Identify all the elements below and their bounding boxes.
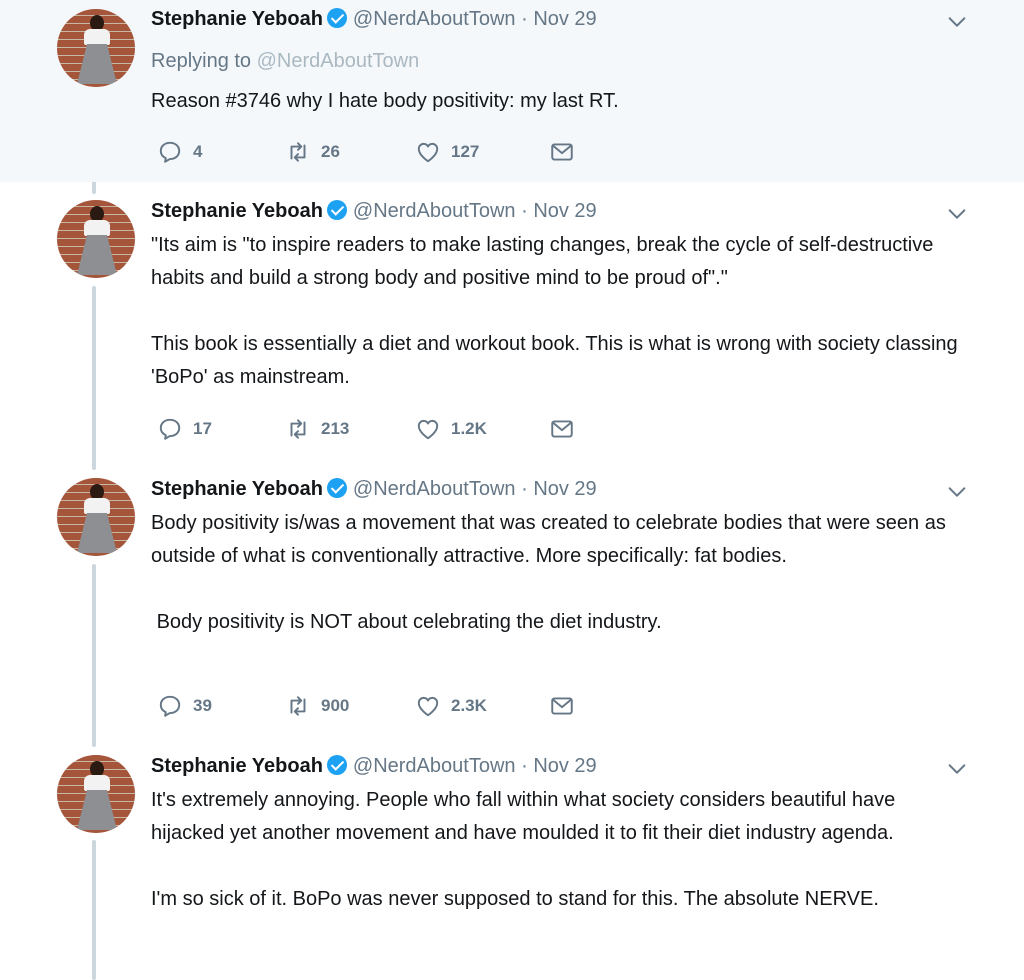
retweet-icon bbox=[290, 142, 306, 162]
avatar[interactable] bbox=[57, 9, 135, 87]
reply-button[interactable]: 4 bbox=[157, 139, 202, 165]
separator: · bbox=[521, 478, 528, 500]
like-button[interactable]: 2.3K bbox=[415, 693, 487, 719]
tweet-paragraph: Reason #3746 why I hate body positivity:… bbox=[151, 90, 619, 112]
user-handle[interactable]: @NerdAboutTown bbox=[353, 8, 516, 30]
tweet[interactable]: Stephanie Yeboah @NerdAboutTown · Nov 29 … bbox=[0, 738, 1024, 980]
reply-button[interactable]: 17 bbox=[157, 416, 212, 442]
heart-icon bbox=[417, 696, 439, 717]
direct-message-button[interactable] bbox=[549, 139, 585, 165]
like-button[interactable]: 1.2K bbox=[415, 416, 487, 442]
tweet-header: Stephanie Yeboah @NerdAboutTown · Nov 29 bbox=[151, 755, 597, 778]
user-handle[interactable]: @NerdAboutTown bbox=[353, 200, 516, 222]
direct-message-button[interactable] bbox=[549, 416, 585, 442]
reply-count: 4 bbox=[193, 142, 203, 161]
mention-link[interactable]: @NerdAboutTown bbox=[257, 50, 420, 72]
heart-icon bbox=[417, 419, 439, 440]
display-name[interactable]: Stephanie Yeboah bbox=[151, 478, 323, 500]
heart-icon bbox=[417, 142, 439, 163]
reply-icon bbox=[159, 418, 181, 440]
tweet-date[interactable]: Nov 29 bbox=[533, 200, 596, 222]
tweet-text: Body positivity is/was a movement that w… bbox=[151, 507, 971, 639]
retweet-count: 900 bbox=[321, 696, 350, 715]
verified-badge-icon bbox=[326, 200, 347, 220]
tweet-date[interactable]: Nov 29 bbox=[533, 755, 596, 777]
envelope-icon bbox=[551, 697, 573, 715]
like-button[interactable]: 127 bbox=[415, 139, 479, 165]
replying-label: Replying to bbox=[151, 50, 252, 72]
avatar[interactable] bbox=[57, 755, 135, 833]
tweet-paragraph: This book is essentially a diet and work… bbox=[151, 333, 964, 388]
avatar[interactable] bbox=[57, 478, 135, 556]
separator: · bbox=[521, 8, 528, 30]
tweet[interactable]: Stephanie Yeboah @NerdAboutTown · Nov 29 … bbox=[0, 460, 1024, 738]
avatar[interactable] bbox=[57, 200, 135, 278]
display-name[interactable]: Stephanie Yeboah bbox=[151, 200, 323, 222]
retweet-button[interactable]: 900 bbox=[285, 693, 349, 719]
tweet-paragraph: It's extremely annoying. People who fall… bbox=[151, 789, 901, 844]
verified-badge-icon bbox=[326, 478, 347, 498]
verified-badge-icon bbox=[326, 8, 347, 28]
separator: · bbox=[521, 755, 528, 777]
tweet-text: It's extremely annoying. People who fall… bbox=[151, 784, 971, 916]
chevron-down-icon[interactable] bbox=[946, 481, 968, 503]
tweet[interactable]: Stephanie Yeboah @NerdAboutTown · Nov 29 … bbox=[0, 0, 1024, 182]
tweet-paragraph: I'm so sick of it. BoPo was never suppos… bbox=[151, 888, 879, 910]
display-name[interactable]: Stephanie Yeboah bbox=[151, 8, 323, 30]
replying-to: Replying to @NerdAboutTown bbox=[151, 50, 419, 73]
like-count: 127 bbox=[451, 142, 480, 161]
like-count: 1.2K bbox=[451, 419, 487, 438]
reply-icon bbox=[159, 141, 181, 163]
tweet-text: "Its aim is "to inspire readers to make … bbox=[151, 229, 971, 394]
reply-button[interactable]: 39 bbox=[157, 693, 212, 719]
envelope-icon bbox=[551, 420, 573, 438]
tweet-text: Reason #3746 why I hate body positivity:… bbox=[151, 85, 971, 118]
retweet-count: 26 bbox=[321, 142, 340, 161]
retweet-button[interactable]: 213 bbox=[285, 416, 349, 442]
reply-count: 17 bbox=[193, 419, 212, 438]
reply-icon bbox=[159, 695, 181, 717]
separator: · bbox=[521, 200, 528, 222]
chevron-down-icon[interactable] bbox=[946, 758, 968, 780]
retweet-count: 213 bbox=[321, 419, 350, 438]
direct-message-button[interactable] bbox=[549, 693, 585, 719]
like-count: 2.3K bbox=[451, 696, 487, 715]
tweet-header: Stephanie Yeboah @NerdAboutTown · Nov 29 bbox=[151, 478, 597, 501]
retweet-icon bbox=[290, 696, 306, 716]
envelope-icon bbox=[551, 143, 573, 161]
verified-badge-icon bbox=[326, 755, 347, 775]
user-handle[interactable]: @NerdAboutTown bbox=[353, 755, 516, 777]
retweet-button[interactable]: 26 bbox=[285, 139, 340, 165]
tweet-header: Stephanie Yeboah @NerdAboutTown · Nov 29 bbox=[151, 8, 597, 31]
tweet-paragraph: "Its aim is "to inspire readers to make … bbox=[151, 234, 939, 289]
tweet-paragraph: Body positivity is NOT about celebrating… bbox=[151, 611, 662, 633]
display-name[interactable]: Stephanie Yeboah bbox=[151, 755, 323, 777]
tweet-date[interactable]: Nov 29 bbox=[533, 8, 596, 30]
retweet-icon bbox=[290, 419, 306, 439]
user-handle[interactable]: @NerdAboutTown bbox=[353, 478, 516, 500]
tweet-header: Stephanie Yeboah @NerdAboutTown · Nov 29 bbox=[151, 200, 597, 223]
chevron-down-icon[interactable] bbox=[946, 11, 968, 33]
tweet-paragraph: Body positivity is/was a movement that w… bbox=[151, 512, 952, 567]
chevron-down-icon[interactable] bbox=[946, 203, 968, 225]
tweet[interactable]: Stephanie Yeboah @NerdAboutTown · Nov 29 … bbox=[0, 182, 1024, 460]
reply-count: 39 bbox=[193, 696, 212, 715]
tweet-date[interactable]: Nov 29 bbox=[533, 478, 596, 500]
